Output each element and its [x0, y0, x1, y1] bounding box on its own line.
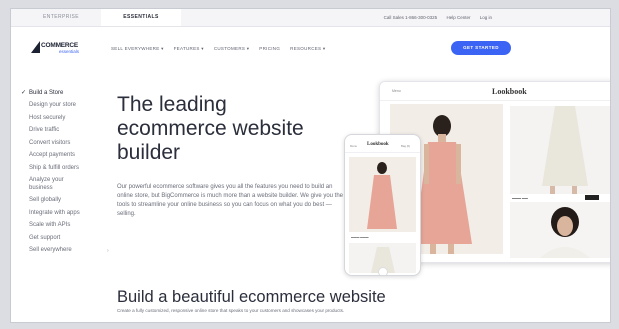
product-caption: ▬▬▬ ▬▬	[512, 196, 528, 200]
phone-title: Lookbook	[367, 142, 389, 147]
title-line: The leading	[117, 93, 227, 116]
phone-home-button	[378, 267, 388, 275]
sidebar-item-accept-payments[interactable]: Accept payments	[21, 150, 111, 163]
hero-description: Our powerful ecommerce software gives yo…	[117, 184, 344, 217]
utility-bar: ENTERPRISE ESSENTIALS Call Sales 1-866-3…	[11, 9, 610, 27]
sidebar-item-label: Sell everywhere	[29, 247, 72, 253]
site-header: COMMERCE essentials SELL EVERYWHERE ▾ FE…	[11, 27, 610, 67]
nav-resources[interactable]: RESOURCES ▾	[290, 46, 325, 52]
section-description: Create a fully customized, responsive on…	[117, 308, 345, 313]
sidebar-item-host-securely[interactable]: Host securely	[21, 112, 111, 125]
check-icon: ✓	[21, 90, 27, 96]
sidebar-item-label: Host securely	[29, 114, 66, 121]
tab-essentials[interactable]: ESSENTIALS	[101, 9, 181, 26]
sidebar-item-label: Ship & fulfill orders	[29, 164, 80, 171]
sidebar-item-get-support[interactable]: Get support	[21, 232, 111, 245]
sidebar-item-integrate-apps[interactable]: Integrate with apps	[21, 207, 111, 220]
sidebar-item-sell-globally[interactable]: Sell globally	[21, 195, 111, 208]
mockup-title: Lookbook	[492, 87, 527, 96]
shop-button[interactable]	[585, 195, 599, 200]
tab-enterprise[interactable]: ENTERPRISE	[21, 9, 101, 26]
phone-menu: Menu	[350, 144, 357, 148]
sidebar-item-label: Sell globally	[29, 197, 62, 203]
get-started-button[interactable]: GET STARTED	[451, 41, 511, 55]
utility-links: Call Sales 1-866-300-0325 Help Center Lo…	[376, 9, 492, 26]
help-center-link[interactable]: Help Center	[446, 15, 470, 20]
browser-frame: ENTERPRISE ESSENTIALS Call Sales 1-866-3…	[10, 8, 611, 323]
sidebar-item-ship-fulfill[interactable]: Ship & fulfill orders	[21, 162, 111, 175]
phone-model-photo	[349, 157, 416, 232]
sidebar-item-label: Analyze your business	[29, 177, 64, 191]
portrait-photo	[510, 202, 610, 258]
nav-pricing[interactable]: PRICING	[259, 46, 280, 52]
sidebar-item-label: Design your store	[29, 102, 77, 108]
sidebar-item-label: Accept payments	[29, 152, 76, 158]
chevron-right-icon: ›	[107, 247, 109, 254]
sidebar-item-label: Scale with APIs	[29, 222, 71, 228]
call-sales-link[interactable]: Call Sales 1-866-300-0325	[384, 15, 438, 20]
phone-caption: ▬▬▬ ▬▬▬	[351, 235, 369, 239]
phone-cart: Bag (0)	[401, 144, 411, 148]
dress-photo	[510, 106, 610, 194]
sidebar-item-convert-visitors[interactable]: Convert visitors	[21, 137, 111, 150]
logo-wordmark: COMMERCE	[41, 42, 79, 49]
sidebar-item-design-your-store[interactable]: Design your store	[21, 100, 111, 113]
sidebar-item-label: Drive traffic	[29, 127, 60, 133]
nav-customers[interactable]: CUSTOMERS ▾	[214, 46, 249, 52]
sidebar-item-label: Convert visitors	[29, 139, 71, 146]
nav-sell-everywhere[interactable]: SELL EVERYWHERE ▾	[111, 46, 164, 52]
login-link[interactable]: Log in	[480, 15, 492, 20]
sidebar-item-sell-everywhere[interactable]: Sell everywhere ›	[21, 245, 111, 258]
title-line: ecommerce website	[117, 117, 304, 140]
page-title: The leading ecommerce website builder	[117, 93, 347, 165]
sidebar-item-label: Get support	[29, 234, 61, 241]
bigcommerce-logo[interactable]: COMMERCE essentials	[31, 39, 91, 57]
phone-mockup: Menu Lookbook Bag (0) ▬▬▬ ▬▬▬	[344, 134, 421, 276]
logo-sub: essentials	[59, 49, 80, 54]
sidebar-item-label: Build a Store	[29, 89, 64, 96]
title-line: builder	[117, 141, 181, 164]
logo-mark-icon	[31, 41, 40, 53]
phone-header: Menu Lookbook Bag (0)	[345, 140, 420, 153]
feature-sidebar: ✓ Build a Store Design your store Host s…	[21, 87, 111, 257]
sidebar-item-build-a-store[interactable]: ✓ Build a Store	[21, 87, 111, 100]
sidebar-item-label: Integrate with apps	[29, 209, 80, 216]
sidebar-item-scale-apis[interactable]: Scale with APIs	[21, 220, 111, 233]
sidebar-item-drive-traffic[interactable]: Drive traffic	[21, 125, 111, 138]
section-title: Build a beautiful ecommerce website	[117, 288, 386, 306]
nav-features[interactable]: FEATURES ▾	[174, 46, 204, 52]
main-nav: SELL EVERYWHERE ▾ FEATURES ▾ CUSTOMERS ▾…	[111, 46, 325, 52]
sidebar-item-analyze[interactable]: Analyze your business	[21, 175, 89, 195]
mockup-header: Menu Lookbook	[380, 82, 610, 101]
mockup-menu: Menu	[392, 89, 401, 93]
